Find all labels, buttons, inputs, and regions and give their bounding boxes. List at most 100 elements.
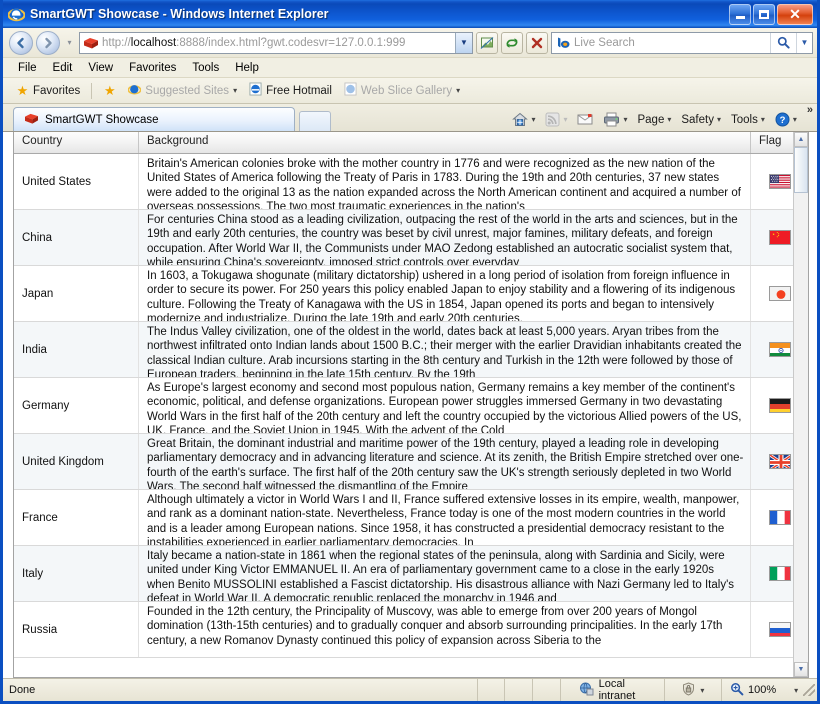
menu-view[interactable]: View (81, 60, 120, 76)
refresh-button[interactable] (501, 31, 523, 54)
compatibility-view-button[interactable] (476, 31, 498, 54)
maximize-button[interactable] (753, 3, 775, 25)
search-go-icon[interactable] (770, 32, 796, 53)
menu-file[interactable]: File (11, 60, 44, 76)
column-header-background[interactable]: Background (139, 132, 751, 153)
suggested-sites-button[interactable]: Suggested Sites ▾ (123, 81, 242, 101)
home-button[interactable]: ▾ (508, 110, 539, 129)
help-menu-button[interactable]: ? ▾ (771, 110, 801, 129)
chevron-down-icon[interactable]: ▾ (563, 115, 567, 124)
toolbar-divider (91, 82, 93, 99)
command-bar: ▾ ▾ ▾ Page ▾ Safety ▾ Tools ▾ ? ▾ (508, 110, 804, 131)
close-button[interactable]: ✕ (777, 3, 813, 25)
page-menu-button[interactable]: Page ▾ (633, 112, 675, 128)
chevron-down-icon[interactable]: ▾ (794, 686, 798, 695)
free-hotmail-label: Free Hotmail (266, 84, 332, 97)
chevron-down-icon[interactable]: ▾ (233, 86, 237, 95)
chevron-down-icon[interactable]: ▾ (531, 115, 535, 124)
web-slice-gallery-button[interactable]: Web Slice Gallery ▾ (339, 80, 465, 101)
free-hotmail-button[interactable]: Free Hotmail (244, 80, 337, 101)
back-button[interactable] (9, 30, 33, 55)
ru-flag-icon (768, 622, 791, 637)
stop-button[interactable] (526, 31, 548, 54)
table-row[interactable]: India The Indus Valley civilization, one… (14, 322, 808, 378)
security-zone-label: Local intranet (598, 678, 636, 702)
tab-label: SmartGWT Showcase (45, 113, 159, 126)
scrollbar-track[interactable] (794, 193, 808, 662)
chevron-down-icon[interactable]: ▾ (456, 86, 460, 95)
resize-grip[interactable] (803, 684, 815, 696)
hotmail-page-icon (249, 82, 262, 99)
grid-vertical-scrollbar[interactable]: ▲ ▼ (793, 132, 808, 677)
address-dropdown-icon[interactable]: ▼ (455, 32, 472, 53)
safety-menu-button[interactable]: Safety ▾ (677, 112, 725, 128)
security-zone-indicator[interactable]: Local intranet (561, 678, 665, 702)
search-input[interactable]: Live Search (574, 37, 770, 49)
cell-background: Italy became a nation-state in 1861 when… (139, 546, 751, 601)
table-row[interactable]: Italy Italy became a nation-state in 186… (14, 546, 808, 602)
table-row[interactable]: United States Britain's American colonie… (14, 154, 808, 210)
menu-help[interactable]: Help (228, 60, 266, 76)
chevron-down-icon[interactable]: ▾ (761, 115, 765, 124)
address-toolbar: ▾ http://localhost:8888/index.html?gwt.c… (3, 28, 817, 58)
table-row[interactable]: Russia Founded in the 12th century, the … (14, 602, 808, 658)
chevron-down-icon[interactable]: ▾ (700, 686, 704, 695)
zoom-control[interactable]: 100% ▾ (722, 679, 817, 701)
tab-favicon-icon (24, 112, 39, 128)
toolbar-overflow-icon[interactable]: » (805, 104, 817, 122)
page-content: Country Background Flag United States Br… (3, 132, 817, 678)
minimize-button[interactable] (729, 3, 751, 25)
page-menu-label: Page (637, 113, 665, 126)
cell-country: France (14, 490, 139, 545)
forward-button[interactable] (36, 30, 60, 55)
star-icon: ★ (16, 83, 29, 98)
new-tab-button[interactable] (299, 111, 331, 131)
table-row[interactable]: Germany As Europe's largest economy and … (14, 378, 808, 434)
add-to-favorites-bar-button[interactable]: ★ (98, 82, 121, 99)
star-plus-icon: ★ (103, 83, 116, 98)
protected-mode-indicator[interactable]: ▾ (665, 679, 723, 701)
menu-favorites[interactable]: Favorites (122, 60, 183, 76)
table-row[interactable]: United Kingdom Great Britain, the domina… (14, 434, 808, 490)
print-button[interactable]: ▾ (599, 110, 631, 129)
table-row[interactable]: Japan In 1603, a Tokugawa shogunate (mil… (14, 266, 808, 322)
cn-flag-icon (768, 230, 791, 245)
cell-background: For centuries China stood as a leading c… (139, 210, 751, 265)
status-segment (505, 679, 533, 701)
feeds-button[interactable]: ▾ (541, 110, 571, 129)
address-bar[interactable]: http://localhost:8888/index.html?gwt.cod… (79, 31, 473, 54)
close-icon: ✕ (789, 6, 801, 22)
status-bar: Done Local intranet ▾ 100% ▾ (3, 678, 817, 702)
tools-menu-button[interactable]: Tools ▾ (727, 112, 769, 128)
search-box[interactable]: Live Search ▼ (551, 31, 813, 54)
title-bar: SmartGWT Showcase - Windows Internet Exp… (3, 0, 817, 28)
favorites-button[interactable]: ★ Favorites (11, 82, 85, 99)
menu-bar: File Edit View Favorites Tools Help (3, 58, 817, 78)
read-mail-button[interactable] (573, 111, 597, 128)
printer-icon (604, 112, 620, 127)
search-dropdown-icon[interactable]: ▼ (796, 32, 812, 53)
status-segment (478, 679, 506, 701)
cell-country: Germany (14, 378, 139, 433)
scroll-down-button[interactable]: ▼ (794, 662, 808, 677)
cell-country: United Kingdom (14, 434, 139, 489)
scrollbar-thumb[interactable] (794, 147, 808, 193)
recent-pages-dropdown-icon[interactable]: ▾ (63, 38, 76, 47)
chevron-down-icon[interactable]: ▾ (793, 115, 797, 124)
column-header-country[interactable]: Country (14, 132, 139, 153)
chevron-down-icon[interactable]: ▾ (623, 115, 627, 124)
chevron-down-icon[interactable]: ▾ (667, 115, 671, 124)
mail-icon (577, 114, 593, 125)
tab-smartgwt-showcase[interactable]: SmartGWT Showcase (13, 107, 295, 131)
menu-tools[interactable]: Tools (185, 60, 226, 76)
menu-edit[interactable]: Edit (46, 60, 80, 76)
chevron-down-icon[interactable]: ▾ (717, 115, 721, 124)
grid-body: United States Britain's American colonie… (14, 154, 808, 677)
table-row[interactable]: France Although ultimately a victor in W… (14, 490, 808, 546)
cell-background: Founded in the 12th century, the Princip… (139, 602, 751, 657)
grid-header-row: Country Background Flag (14, 132, 808, 154)
cell-background: Great Britain, the dominant industrial a… (139, 434, 751, 489)
scroll-up-button[interactable]: ▲ (794, 132, 808, 147)
web-slice-gallery-label: Web Slice Gallery (360, 84, 453, 97)
table-row[interactable]: China For centuries China stood as a lea… (14, 210, 808, 266)
